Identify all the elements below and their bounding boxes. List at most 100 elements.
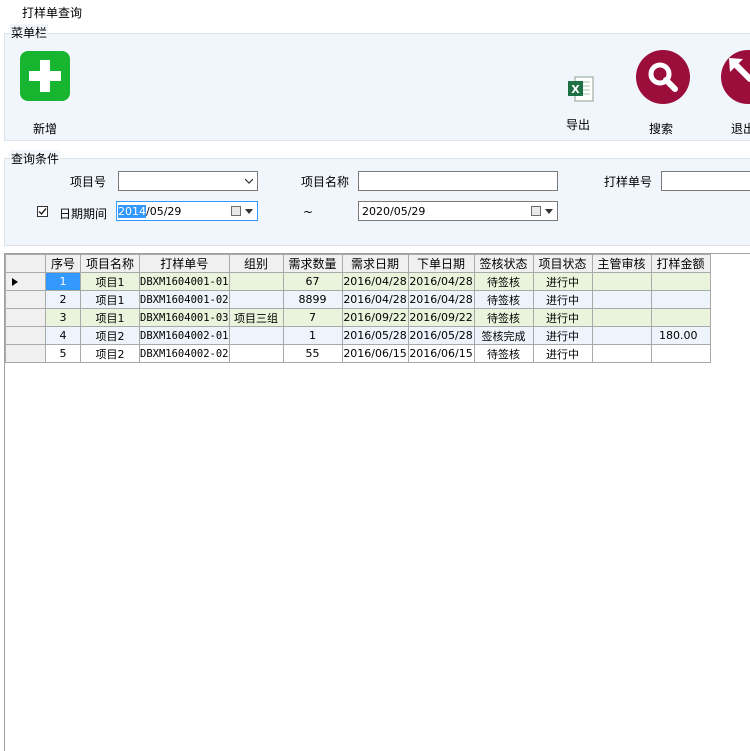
cell-sign[interactable]: 待签核 [473, 272, 534, 291]
cell-amount[interactable] [650, 290, 711, 309]
cell-review[interactable] [591, 272, 652, 291]
table-row[interactable]: 2 项目1 DBXM1604001-02 8899 2016/04/28 201… [5, 290, 711, 309]
cell-req-date[interactable]: 2016/05/28 [341, 326, 409, 345]
column-header[interactable]: 下单日期 [407, 254, 475, 273]
cell-sign[interactable]: 待签核 [473, 308, 534, 327]
cell-review[interactable] [591, 326, 652, 345]
add-button[interactable] [19, 50, 71, 102]
date-from-picker[interactable]: 2014/05/29 [116, 201, 258, 221]
data-grid[interactable]: 序号 项目名称 打样单号 组别 需求数量 需求日期 下单日期 签核状态 项目状态… [4, 253, 750, 751]
cell-project[interactable]: 项目1 [80, 308, 140, 327]
cell-order-date[interactable]: 2016/04/28 [407, 272, 475, 291]
cell-no[interactable]: 2 [45, 290, 81, 309]
cell-no[interactable]: 4 [45, 326, 81, 345]
cell-group[interactable] [228, 344, 284, 363]
cell-project[interactable]: 项目1 [80, 290, 140, 309]
table-row[interactable]: 1 项目1 DBXM1604001-01 67 2016/04/28 2016/… [5, 272, 711, 291]
cell-project[interactable]: 项目2 [80, 344, 140, 363]
cell-sample-no[interactable]: DBXM1604001-03 [139, 308, 230, 327]
magnifier-icon [636, 50, 690, 104]
sample-no-input[interactable] [661, 171, 750, 191]
cell-group[interactable] [228, 326, 284, 345]
cell-order-date[interactable]: 2016/04/28 [407, 290, 475, 309]
table-row[interactable]: 4 项目2 DBXM1604002-01 1 2016/05/28 2016/0… [5, 326, 711, 345]
cell-sample-no[interactable]: DBXM1604002-01 [139, 326, 230, 345]
search-button[interactable] [635, 49, 691, 105]
cell-order-date[interactable]: 2016/05/28 [407, 326, 475, 345]
cell-no[interactable]: 1 [45, 272, 81, 291]
column-header[interactable]: 打样金额 [650, 254, 711, 273]
cell-sample-no[interactable]: DBXM1604001-02 [139, 290, 230, 309]
exit-arrow-icon [721, 50, 750, 104]
cell-project[interactable]: 项目2 [80, 326, 140, 345]
cell-qty[interactable]: 7 [282, 308, 343, 327]
column-header[interactable]: 序号 [45, 254, 81, 273]
date-to-picker[interactable]: 2020/05/29 [358, 201, 558, 221]
cell-no[interactable]: 3 [45, 308, 81, 327]
cell-req-date[interactable]: 2016/04/28 [341, 290, 409, 309]
cell-group[interactable] [228, 290, 284, 309]
cell-status[interactable]: 进行中 [532, 308, 593, 327]
date-from-dropdown-icon[interactable] [245, 209, 253, 214]
row-header[interactable] [5, 344, 46, 363]
cell-order-date[interactable]: 2016/06/15 [407, 344, 475, 363]
date-range-checkbox[interactable] [37, 206, 48, 217]
svg-text:X: X [571, 83, 580, 96]
cell-status[interactable]: 进行中 [532, 290, 593, 309]
cell-group[interactable] [228, 272, 284, 291]
exit-button[interactable] [720, 49, 750, 105]
corner-header [5, 254, 46, 273]
date-to-dropdown-icon[interactable] [545, 209, 553, 214]
project-no-select[interactable] [118, 171, 258, 191]
cell-qty[interactable]: 8899 [282, 290, 343, 309]
cell-sign[interactable]: 待签核 [473, 344, 534, 363]
cell-review[interactable] [591, 290, 652, 309]
table-row[interactable]: 5 项目2 DBXM1604002-02 55 2016/06/15 2016/… [5, 344, 711, 363]
cell-sample-no[interactable]: DBXM1604001-01 [139, 272, 230, 291]
row-header[interactable] [5, 308, 46, 327]
cell-req-date[interactable]: 2016/09/22 [341, 308, 409, 327]
window-title: 打样单查询 [22, 6, 83, 20]
column-header[interactable]: 项目状态 [532, 254, 593, 273]
cell-status[interactable]: 进行中 [532, 326, 593, 345]
cell-review[interactable] [591, 308, 652, 327]
date-from-selected-text: 2014 [118, 205, 146, 218]
cell-amount[interactable]: 180.00 [650, 326, 711, 345]
cell-sample-no[interactable]: DBXM1604002-02 [139, 344, 230, 363]
cell-req-date[interactable]: 2016/04/28 [341, 272, 409, 291]
cell-sign[interactable]: 签核完成 [473, 326, 534, 345]
column-header[interactable]: 打样单号 [139, 254, 230, 273]
query-group-label: 查询条件 [10, 150, 61, 167]
cell-status[interactable]: 进行中 [532, 344, 593, 363]
column-header[interactable]: 主管审核 [591, 254, 652, 273]
row-header-current[interactable] [5, 272, 46, 291]
cell-req-date[interactable]: 2016/06/15 [341, 344, 409, 363]
cell-status[interactable]: 进行中 [532, 272, 593, 291]
column-header[interactable]: 需求日期 [341, 254, 409, 273]
cell-group[interactable]: 项目三组 [228, 308, 284, 327]
cell-qty[interactable]: 55 [282, 344, 343, 363]
date-range-label: 日期期间 [59, 207, 108, 221]
calendar-icon[interactable] [531, 206, 541, 216]
date-separator: ~ [303, 205, 314, 219]
column-header[interactable]: 项目名称 [80, 254, 140, 273]
table-row[interactable]: 3 项目1 DBXM1604001-03 项目三组 7 2016/09/22 2… [5, 308, 711, 327]
calendar-icon[interactable] [231, 206, 241, 216]
column-header[interactable]: 签核状态 [473, 254, 534, 273]
cell-amount[interactable] [650, 308, 711, 327]
row-header[interactable] [5, 290, 46, 309]
project-name-input[interactable] [358, 171, 558, 191]
cell-amount[interactable] [650, 344, 711, 363]
cell-order-date[interactable]: 2016/09/22 [407, 308, 475, 327]
cell-qty[interactable]: 67 [282, 272, 343, 291]
cell-no[interactable]: 5 [45, 344, 81, 363]
cell-project[interactable]: 项目1 [80, 272, 140, 291]
cell-review[interactable] [591, 344, 652, 363]
cell-sign[interactable]: 待签核 [473, 290, 534, 309]
export-button[interactable]: X [566, 74, 596, 104]
cell-qty[interactable]: 1 [282, 326, 343, 345]
cell-amount[interactable] [650, 272, 711, 291]
column-header[interactable]: 需求数量 [282, 254, 343, 273]
row-header[interactable] [5, 326, 46, 345]
column-header[interactable]: 组别 [228, 254, 284, 273]
